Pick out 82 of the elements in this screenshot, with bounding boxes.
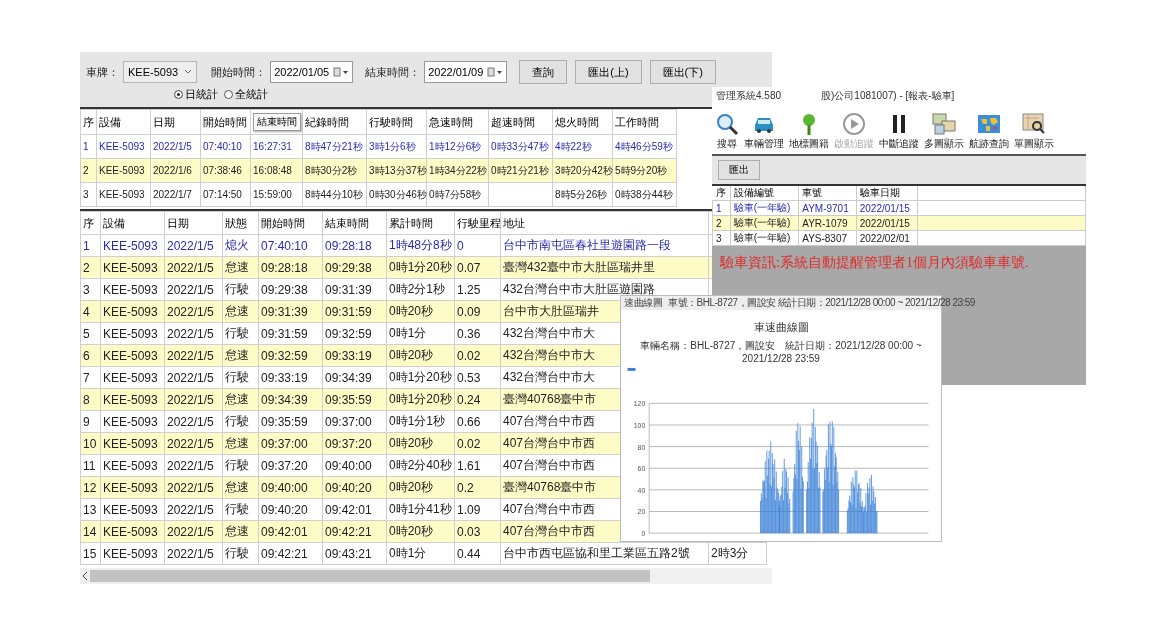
table-cell: 2 [80,158,97,183]
table-cell: 9 [80,410,101,433]
column-header[interactable]: 開始時間 [258,211,323,235]
table-cell: 5 [80,322,101,345]
legend-swatch-icon [627,367,636,371]
table-cell: 3 [80,182,97,207]
table-cell: 2 [80,256,101,279]
column-header[interactable]: 序 [80,109,97,135]
column-header[interactable]: 結束時間 [322,211,387,235]
plate-select[interactable]: KEE-5093 [123,61,198,83]
table-cell: 13 [80,498,101,521]
table-cell: 11 [80,454,101,477]
column-header[interactable]: 地址 [500,211,709,235]
start-date-field[interactable]: 2022/01/05 [270,61,354,83]
toolbar-button[interactable]: 查詢 [519,60,568,84]
maps-icon [932,112,956,136]
table-cell: 1 [712,200,731,216]
calendar-icon [487,67,504,77]
column-header[interactable]: 狀態 [222,211,259,235]
radio-label: 全統計 [235,87,268,102]
table-cell: 1 [80,234,101,257]
world-map-icon [977,112,1001,136]
column-header[interactable]: 日期 [150,109,201,135]
column-header[interactable]: 序 [80,211,101,235]
calendar-icon [333,67,350,77]
tool-button[interactable]: 車輛管理 [743,112,785,151]
start-time-label: 開始時間： [211,64,267,80]
tool-button[interactable]: 地標圖籍 [788,112,830,151]
column-header[interactable]: 急速時間 [426,109,489,135]
table-cell: 台中市西屯區協和里工業區五路2號 [500,542,709,565]
table-cell: 7 [80,366,101,389]
toolbar-button[interactable]: 匯出(上) [575,60,642,84]
column-header[interactable]: 設備 [100,211,165,235]
search-icon [715,112,739,136]
radio-button[interactable] [224,90,233,99]
table-cell: 6 [80,344,101,367]
table-cell: 台中市南屯區春社里遊園路一段 [500,234,709,257]
table-cell: 14 [80,520,101,543]
horizontal-scrollbar[interactable] [80,568,772,584]
radio-button[interactable] [174,90,183,99]
play-icon [842,112,866,136]
tool-button[interactable]: 多圖顯示 [923,112,965,151]
end-time-label: 結束時間： [365,64,421,80]
scrollbar-thumb[interactable] [90,570,650,582]
tool-button[interactable]: 航跡查詢 [968,112,1010,151]
end-date-field[interactable]: 2022/01/09 [424,61,508,83]
column-header[interactable]: 行駛里程 [454,211,501,235]
column-header[interactable]: 工作時間 [612,109,677,135]
column-header[interactable]: 熄火時間 [552,109,613,135]
column-header[interactable]: 累計時間 [386,211,455,235]
table-cell: 驗車(一年驗) [730,200,799,216]
column-header[interactable]: 開始時間 [200,109,251,135]
column-header[interactable]: 設備 [96,109,151,135]
table-cell: 1 [80,134,97,159]
plate-label: 車牌： [86,64,119,80]
table-cell: 3 [80,278,101,301]
table-cell: AYM-9701 [798,200,857,216]
table-cell: 臺灣432臺中市大肚區瑞井里 [500,256,709,279]
map-search-icon [1022,112,1046,136]
tool-button[interactable]: 搜尋 [714,112,740,151]
notice-text: 驗車資訊:系統自動提醒管理者1個月內須驗車車號. [719,254,1030,272]
table-cell: 8 [80,388,101,411]
tool-button[interactable]: 中斷追蹤 [878,112,920,151]
column-header[interactable]: 超速時間 [488,109,553,135]
table-cell: 2022/01/15 [856,200,918,216]
chevron-icon [184,69,193,75]
table-cell: 4 [80,300,101,323]
window-title: 管理系統4.580 [716,89,782,103]
table-cell: 12 [80,476,101,499]
tool-button[interactable]: 單圖顯示 [1013,112,1055,151]
column-header[interactable]: 行駛時間 [366,109,427,135]
column-header[interactable]: 紀錄時間 [302,109,367,135]
table-cell: 10 [80,432,101,455]
chart-title: 車速曲線圖 [752,320,810,335]
column-header[interactable]: 日期 [164,211,223,235]
radio-label: 日統計 [185,87,218,102]
window-title: 股)公司1081007) - [報表-驗車] [821,89,955,103]
export-button[interactable]: 匯出 [718,160,760,180]
tooltip: 結束時間 [253,113,301,131]
toolbar-button[interactable]: 匯出(下) [649,60,716,84]
table-cell: 15 [80,542,101,565]
scroll-left-icon [82,571,88,581]
